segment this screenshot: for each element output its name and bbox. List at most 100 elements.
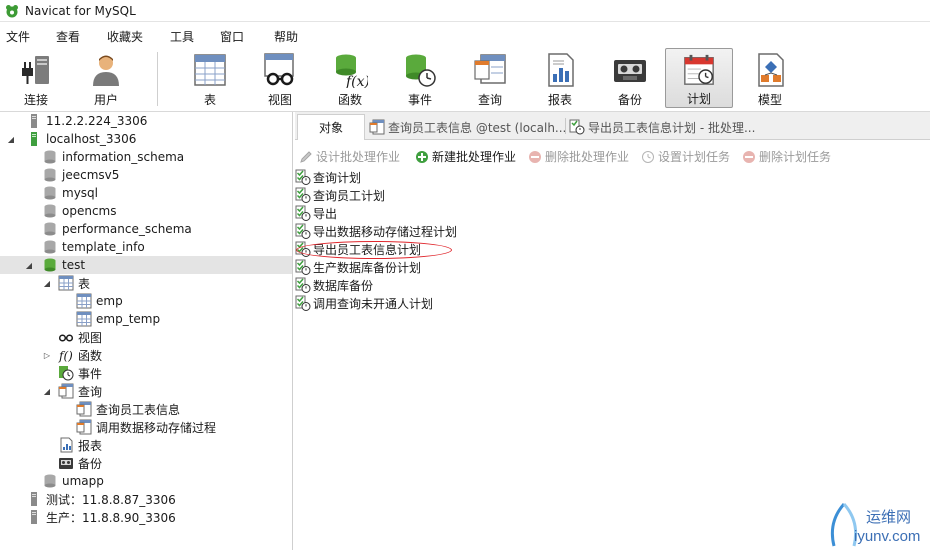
tree-table-item[interactable]: emp <box>0 292 292 310</box>
tree-item-label: 备份 <box>78 456 103 471</box>
delete-batch-job-button[interactable]: 删除批处理作业 <box>528 148 629 165</box>
toolbar-user-button[interactable]: 用户 <box>72 48 140 108</box>
tree-reports-group[interactable]: 报表 <box>0 436 292 454</box>
tree-database-item[interactable]: template_info <box>0 238 292 256</box>
toolbar-event-button[interactable]: 事件 <box>386 48 454 108</box>
tree-item-label: 生产：11.8.8.90_3306 <box>46 510 176 525</box>
tab-separator <box>565 118 566 134</box>
expand-arrow-icon[interactable]: ◢ <box>42 386 52 396</box>
clock-icon <box>641 150 655 164</box>
menu-file[interactable]: 文件 <box>6 28 30 45</box>
tree-database-item[interactable]: performance_schema <box>0 220 292 238</box>
pencil-icon <box>299 150 313 164</box>
database-icon <box>42 185 58 201</box>
batch-job-icon <box>295 223 311 239</box>
tree-events-group[interactable]: 事件 <box>0 364 292 382</box>
tree-backups-group[interactable]: 备份 <box>0 454 292 472</box>
tree-item-label: opencms <box>62 204 117 218</box>
toolbar-function-button[interactable]: f(x) 函数 <box>316 48 384 108</box>
table-icon <box>76 293 92 309</box>
svg-text:f(): f() <box>58 349 73 363</box>
tree-tables-group[interactable]: ◢ 表 <box>0 274 292 292</box>
tree-database-item[interactable]: jeecmsv5 <box>0 166 292 184</box>
toolbar-model-button[interactable]: 模型 <box>736 48 804 108</box>
query-icon <box>369 119 385 135</box>
svg-text:f(x): f(x) <box>345 74 368 88</box>
query-icon <box>76 419 92 435</box>
expand-arrow-icon[interactable]: ◢ <box>6 134 16 144</box>
list-item[interactable]: 导出员工表信息计划 <box>295 240 421 258</box>
backup-tape-icon <box>58 455 74 471</box>
menu-tools[interactable]: 工具 <box>170 28 194 45</box>
list-item[interactable]: 导出 <box>295 204 337 222</box>
toolbar-table-button[interactable]: 表 <box>176 48 244 108</box>
tree-database-item[interactable]: opencms <box>0 202 292 220</box>
tree-queries-group[interactable]: ◢ 查询 <box>0 382 292 400</box>
tree-item-label: 查询员工表信息 <box>96 402 181 417</box>
watermark-cn: 运维网 <box>866 509 912 526</box>
expand-arrow-icon[interactable]: ◢ <box>42 278 52 288</box>
toolbar-report-button[interactable]: 报表 <box>526 48 594 108</box>
toolbar-connection-button[interactable]: 连接 <box>2 48 70 108</box>
tree-functions-group[interactable]: ▷ f() 函数 <box>0 346 292 364</box>
database-icon <box>42 473 58 489</box>
server-icon <box>26 509 42 525</box>
toolbar-label: 事件 <box>407 93 432 107</box>
tree-item-label: 测试：11.8.8.87_3306 <box>46 492 176 507</box>
menu-favorites[interactable]: 收藏夹 <box>107 28 143 45</box>
tree-item-label: 报表 <box>78 438 103 453</box>
tree-query-item[interactable]: 查询员工表信息 <box>0 400 292 418</box>
tab-export-employee-schedule[interactable]: 导出员工表信息计划 - 批处理... <box>569 114 769 140</box>
design-batch-job-button[interactable]: 设计批处理作业 <box>299 148 400 165</box>
menu-help[interactable]: 帮助 <box>274 28 298 45</box>
delete-scheduled-task-button[interactable]: 删除计划任务 <box>742 148 831 165</box>
tree-database-item[interactable]: umapp <box>0 472 292 490</box>
connection-tree[interactable]: 11.2.2.224_3306 ◢ localhost_3306 informa… <box>0 112 293 550</box>
event-clock-icon <box>406 54 436 87</box>
tree-connection-item[interactable]: 11.2.2.224_3306 <box>0 112 292 130</box>
tree-database-item[interactable]: mysql <box>0 184 292 202</box>
toolbar-backup-button[interactable]: 备份 <box>596 48 664 108</box>
tree-database-item-selected[interactable]: ◢ test <box>0 256 292 274</box>
database-icon <box>42 167 58 183</box>
tab-query-employee-info[interactable]: 查询员工表信息 @test (localh... <box>369 114 565 140</box>
menu-window[interactable]: 窗口 <box>220 28 244 45</box>
tree-item-label: test <box>62 258 86 272</box>
tree-connection-item[interactable]: 测试：11.8.8.87_3306 <box>0 490 292 508</box>
toolbar-schedule-button[interactable]: 计划 <box>665 48 733 108</box>
tree-database-item[interactable]: information_schema <box>0 148 292 166</box>
list-item[interactable]: 查询计划 <box>295 168 361 186</box>
list-item[interactable]: 调用查询未开通人计划 <box>295 294 433 312</box>
tree-connection-item[interactable]: ◢ localhost_3306 <box>0 130 292 148</box>
toolbar-view-button[interactable]: 视图 <box>246 48 314 108</box>
tree-item-label: 查询 <box>78 384 103 399</box>
list-item[interactable]: 查询员工计划 <box>295 186 385 204</box>
view-glasses-icon <box>58 329 74 345</box>
collapsed-arrow-icon[interactable]: ▷ <box>42 350 52 360</box>
tree-views-group[interactable]: 视图 <box>0 328 292 346</box>
tree-table-item[interactable]: emp_temp <box>0 310 292 328</box>
list-item[interactable]: 导出数据移动存储过程计划 <box>295 222 457 240</box>
list-item[interactable]: 数据库备份 <box>295 276 373 294</box>
tree-connection-item[interactable]: 生产：11.8.8.90_3306 <box>0 508 292 526</box>
toolbar-label: 备份 <box>617 93 642 107</box>
set-scheduled-task-button[interactable]: 设置计划任务 <box>641 148 730 165</box>
database-open-icon <box>42 257 58 273</box>
new-batch-job-button[interactable]: 新建批处理作业 <box>415 148 516 165</box>
tree-item-label: performance_schema <box>62 222 192 236</box>
object-actions: 设计批处理作业 新建批处理作业 删除批处理作业 设置计划任务 删除计划任务 <box>295 146 930 166</box>
tree-item-label: 11.2.2.224_3306 <box>46 114 148 128</box>
report-icon <box>58 437 74 453</box>
tree-query-item[interactable]: 调用数据移动存储过程 <box>0 418 292 436</box>
tab-objects[interactable]: 对象 <box>297 114 365 140</box>
plus-icon <box>415 150 429 164</box>
tree-item-label: template_info <box>62 240 145 254</box>
toolbar-query-button[interactable]: 查询 <box>456 48 524 108</box>
menu-view[interactable]: 查看 <box>56 28 80 45</box>
tree-item-label: localhost_3306 <box>46 132 137 146</box>
list-item[interactable]: 生产数据库备份计划 <box>295 258 421 276</box>
schedule-calendar-icon <box>684 54 714 85</box>
tab-label: 对象 <box>318 121 343 135</box>
expand-arrow-icon[interactable]: ◢ <box>24 260 34 270</box>
database-icon <box>42 221 58 237</box>
